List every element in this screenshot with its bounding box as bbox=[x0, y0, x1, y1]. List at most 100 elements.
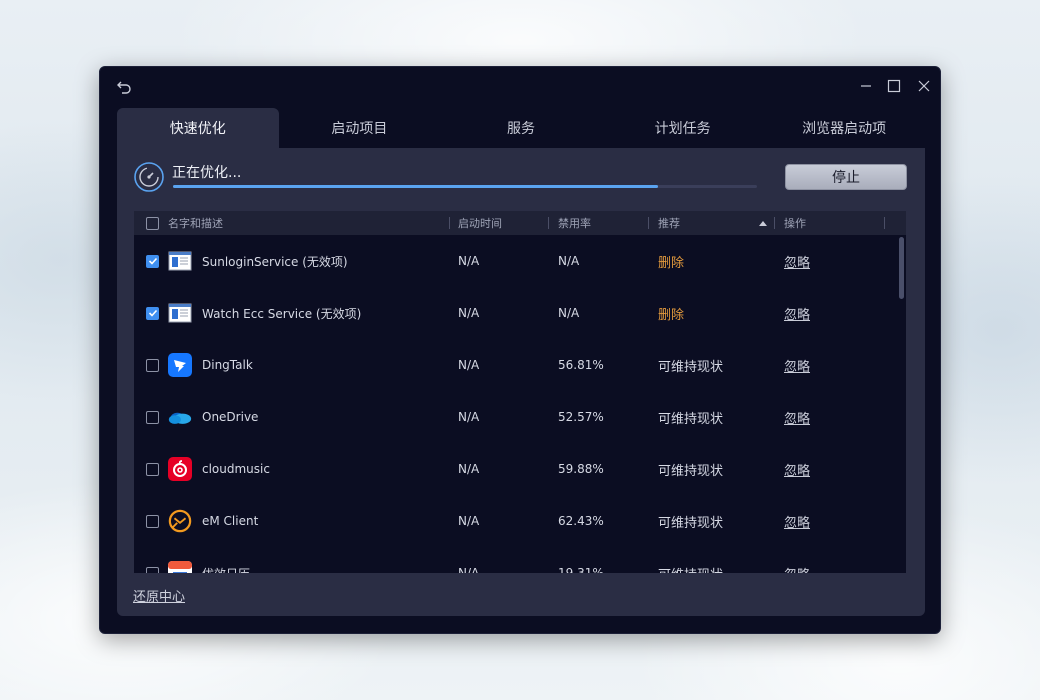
delete-action[interactable]: 删除 bbox=[658, 252, 684, 271]
row-startup-time: N/A bbox=[458, 410, 480, 424]
header-divider bbox=[884, 217, 885, 229]
calendar-icon bbox=[168, 561, 192, 573]
row-action: 忽略 bbox=[784, 235, 810, 287]
row-startup-time: N/A bbox=[458, 566, 480, 573]
row-checkbox[interactable] bbox=[146, 410, 159, 424]
table-row[interactable]: cloudmusic N/A 59.88% 可维持现状 忽略 bbox=[134, 443, 906, 495]
row-checkbox[interactable] bbox=[146, 514, 159, 528]
row-recommend: 可维持现状 bbox=[658, 547, 723, 574]
recommend-text: 可维持现状 bbox=[658, 564, 723, 574]
row-action: 忽略 bbox=[784, 495, 810, 547]
row-startup-time: N/A bbox=[458, 358, 480, 372]
row-select-cell bbox=[146, 495, 159, 547]
delete-action[interactable]: 删除 bbox=[658, 304, 684, 323]
close-button[interactable] bbox=[911, 75, 937, 97]
row-icon-cell bbox=[168, 287, 192, 339]
table-row[interactable]: DingTalk N/A 56.81% 可维持现状 忽略 bbox=[134, 339, 906, 391]
tab-startup-items[interactable]: 启动项目 bbox=[279, 108, 441, 148]
minimize-button[interactable] bbox=[853, 75, 879, 97]
ignore-link[interactable]: 忽略 bbox=[784, 460, 810, 479]
header-name[interactable]: 名字和描述 bbox=[168, 211, 223, 235]
dingtalk-icon bbox=[168, 353, 192, 377]
back-icon[interactable] bbox=[116, 78, 134, 96]
progress-area: 正在优化... 停止 bbox=[117, 148, 925, 210]
row-disable-rate: 59.88% bbox=[558, 462, 604, 476]
tab-services[interactable]: 服务 bbox=[440, 108, 602, 148]
tab-bar: 快速优化 启动项目 服务 计划任务 浏览器启动项 bbox=[117, 108, 925, 148]
row-recommend: 可维持现状 bbox=[658, 339, 723, 391]
header-divider bbox=[449, 217, 450, 229]
header-disable-rate[interactable]: 禁用率 bbox=[558, 211, 591, 235]
row-recommend: 可维持现状 bbox=[658, 443, 723, 495]
progress-bar-fill bbox=[173, 185, 658, 188]
table-scrollbar[interactable] bbox=[899, 237, 904, 573]
optimizer-window: 快速优化 启动项目 服务 计划任务 浏览器启动项 正在优化... 停止 名字和描… bbox=[99, 66, 941, 634]
row-recommend: 删除 bbox=[658, 287, 684, 339]
progress-bar bbox=[173, 185, 757, 188]
tab-scheduled-tasks[interactable]: 计划任务 bbox=[602, 108, 764, 148]
recommend-text: 可维持现状 bbox=[658, 463, 724, 479]
select-all-cell bbox=[146, 211, 159, 235]
row-select-cell bbox=[146, 235, 159, 287]
recommend-text: 可维持现状 bbox=[658, 359, 724, 375]
service-icon bbox=[168, 301, 192, 325]
row-disable-rate: 62.43% bbox=[558, 514, 604, 528]
ignore-link[interactable]: 忽略 bbox=[784, 408, 810, 427]
row-recommend: 可维持现状 bbox=[658, 391, 723, 443]
table-row[interactable]: Watch Ecc Service (无效项) N/A N/A 删除 忽略 bbox=[134, 287, 906, 339]
row-name: 优效日历 bbox=[202, 547, 250, 574]
ignore-link[interactable]: 忽略 bbox=[784, 564, 810, 574]
row-select-cell bbox=[146, 287, 159, 339]
header-divider bbox=[648, 217, 649, 229]
row-action: 忽略 bbox=[784, 287, 810, 339]
table-row[interactable]: 优效日历 N/A 19.31% 可维持现状 忽略 bbox=[134, 547, 906, 573]
row-select-cell bbox=[146, 443, 159, 495]
header-recommend[interactable]: 推荐 bbox=[658, 211, 680, 235]
recommend-text: 可维持现状 bbox=[658, 515, 724, 531]
row-icon-cell bbox=[168, 495, 192, 547]
tab-quick-optimize[interactable]: 快速优化 bbox=[117, 108, 279, 148]
row-checkbox[interactable] bbox=[146, 566, 159, 573]
row-name: SunloginService (无效项) bbox=[202, 254, 348, 269]
row-checkbox[interactable] bbox=[146, 358, 159, 372]
ignore-link[interactable]: 忽略 bbox=[784, 252, 810, 271]
row-checkbox[interactable] bbox=[146, 254, 159, 268]
scroll-thumb[interactable] bbox=[899, 237, 904, 299]
row-disable-rate: 52.57% bbox=[558, 410, 604, 424]
table-row[interactable]: eM Client N/A 62.43% 可维持现状 忽略 bbox=[134, 495, 906, 547]
row-checkbox[interactable] bbox=[146, 306, 159, 320]
tab-browser-startup[interactable]: 浏览器启动项 bbox=[763, 108, 925, 148]
table-row[interactable]: SunloginService (无效项) N/A N/A 删除 忽略 bbox=[134, 235, 906, 287]
restore-center-link[interactable]: 还原中心 bbox=[133, 586, 185, 605]
row-select-cell bbox=[146, 391, 159, 443]
stop-button[interactable]: 停止 bbox=[785, 164, 907, 190]
row-icon-cell bbox=[168, 391, 192, 443]
emclient-icon bbox=[168, 509, 192, 533]
row-action: 忽略 bbox=[784, 547, 810, 574]
row-name: cloudmusic bbox=[202, 462, 270, 476]
table-header: 名字和描述 启动时间 禁用率 推荐 操作 bbox=[134, 211, 906, 235]
table-row[interactable]: OneDrive N/A 52.57% 可维持现状 忽略 bbox=[134, 391, 906, 443]
header-divider bbox=[548, 217, 549, 229]
quick-optimize-panel: 正在优化... 停止 名字和描述 启动时间 禁用率 推荐 操作 Sunlogin… bbox=[117, 148, 925, 616]
row-recommend: 可维持现状 bbox=[658, 495, 723, 547]
row-icon-cell bbox=[168, 547, 192, 573]
header-startup-time[interactable]: 启动时间 bbox=[458, 211, 502, 235]
maximize-button[interactable] bbox=[881, 75, 907, 97]
row-name: eM Client bbox=[202, 514, 259, 528]
row-checkbox[interactable] bbox=[146, 462, 159, 476]
row-disable-rate: N/A bbox=[558, 254, 580, 268]
sort-arrow-icon[interactable] bbox=[759, 211, 767, 235]
row-icon-cell bbox=[168, 235, 192, 287]
ignore-link[interactable]: 忽略 bbox=[784, 304, 810, 323]
header-action[interactable]: 操作 bbox=[784, 211, 806, 235]
onedrive-icon bbox=[168, 405, 192, 429]
ignore-link[interactable]: 忽略 bbox=[784, 356, 810, 375]
titlebar bbox=[100, 67, 940, 105]
row-select-cell bbox=[146, 547, 159, 573]
select-all-checkbox[interactable] bbox=[146, 216, 159, 230]
row-startup-time: N/A bbox=[458, 462, 480, 476]
row-disable-rate: 19.31% bbox=[558, 566, 604, 573]
ignore-link[interactable]: 忽略 bbox=[784, 512, 810, 531]
row-recommend: 删除 bbox=[658, 235, 684, 287]
